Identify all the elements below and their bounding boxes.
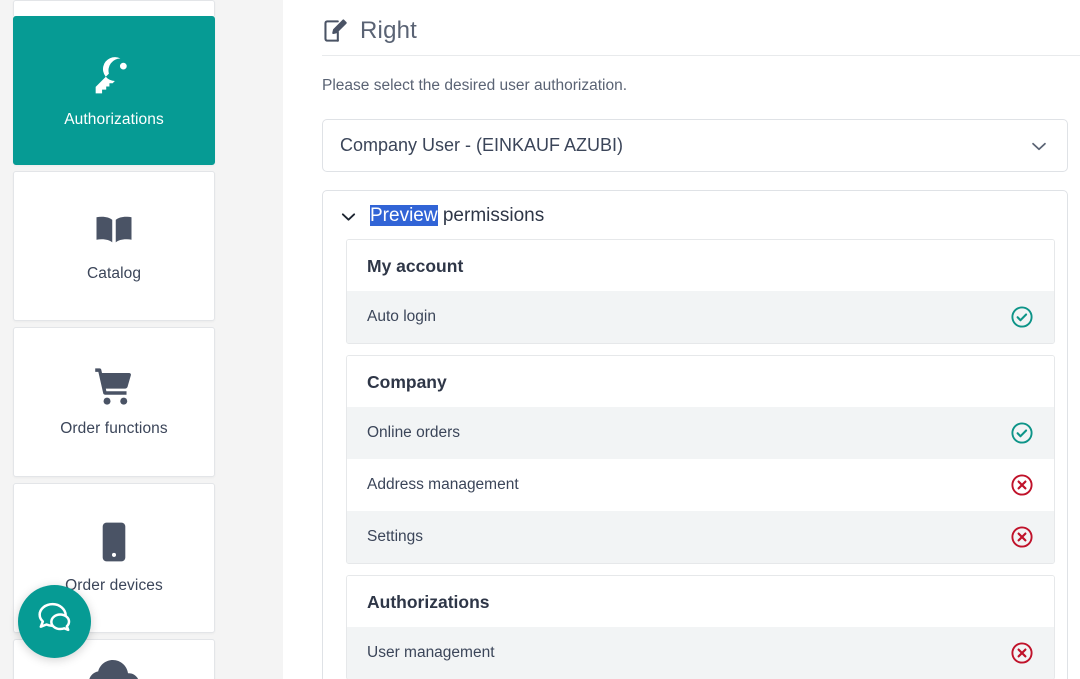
permission-label: Auto login [367, 308, 436, 325]
preview-permissions-heading: Preview permissions [370, 205, 544, 227]
permission-group-title: Company [347, 356, 1054, 407]
sidebar-item-label: Authorizations [64, 110, 164, 128]
page-title: Right [360, 17, 418, 44]
key-icon [92, 53, 136, 97]
permission-group: My account Auto login [346, 239, 1055, 344]
selected-text: Preview [370, 205, 438, 226]
permission-label: Settings [367, 528, 424, 545]
check-circle-icon [1010, 421, 1034, 445]
sidebar-item-label: Order devices [65, 577, 163, 594]
user-authorization-select[interactable]: Company User - (EINKAUF AZUBI) [322, 119, 1068, 172]
mobile-device-icon [101, 521, 127, 563]
chevron-down-icon[interactable] [338, 206, 359, 227]
chevron-down-icon[interactable] [1028, 135, 1050, 157]
pencil-square-icon [322, 18, 348, 44]
book-icon [93, 209, 135, 251]
cloud-icon [88, 660, 140, 679]
heading-rest: permissions [437, 205, 545, 226]
x-circle-icon [1010, 525, 1034, 549]
permission-group-title: My account [347, 240, 1054, 291]
check-circle-icon [1010, 305, 1034, 329]
table-row[interactable]: Address management [347, 459, 1054, 511]
permission-label: Address management [367, 476, 519, 493]
sidebar-item-authorizations[interactable]: Authorizations [13, 16, 215, 165]
permission-group-title: Authorizations [347, 576, 1054, 627]
permission-label: User management [367, 644, 495, 661]
table-row[interactable]: Auto login [347, 291, 1054, 343]
chat-bubbles-icon [33, 599, 77, 644]
app-root: Authorizations Catalog Order functions O… [0, 0, 1080, 679]
main-content: Right Please select the desired user aut… [283, 0, 1080, 679]
chat-launcher-button[interactable] [18, 585, 91, 658]
permission-group: Company Online orders Address management [346, 355, 1055, 564]
page-header: Right [322, 0, 1080, 56]
x-circle-icon [1010, 473, 1034, 497]
permission-group: Authorizations User management [346, 575, 1055, 679]
permission-label: Online orders [367, 424, 461, 441]
sidebar-item-partial[interactable] [13, 0, 215, 16]
sidebar-item-catalog[interactable]: Catalog [13, 171, 215, 321]
shopping-cart-icon [93, 366, 135, 406]
preview-permissions-panel: Preview permissions My account Auto logi… [322, 190, 1068, 679]
sidebar-item-label: Order functions [60, 420, 168, 437]
table-row[interactable]: User management [347, 627, 1054, 679]
intro-text: Please select the desired user authoriza… [322, 77, 628, 94]
table-row[interactable]: Settings [347, 511, 1054, 563]
x-circle-icon [1010, 641, 1034, 665]
user-authorization-value: Company User - (EINKAUF AZUBI) [340, 135, 624, 155]
table-row[interactable]: Online orders [347, 407, 1054, 459]
preview-permissions-toggle[interactable]: Preview permissions [323, 205, 1067, 227]
sidebar-item-order-functions[interactable]: Order functions [13, 327, 215, 477]
sidebar-item-label: Catalog [86, 265, 142, 282]
sidebar-nav: Authorizations Catalog Order functions O… [13, 0, 215, 679]
